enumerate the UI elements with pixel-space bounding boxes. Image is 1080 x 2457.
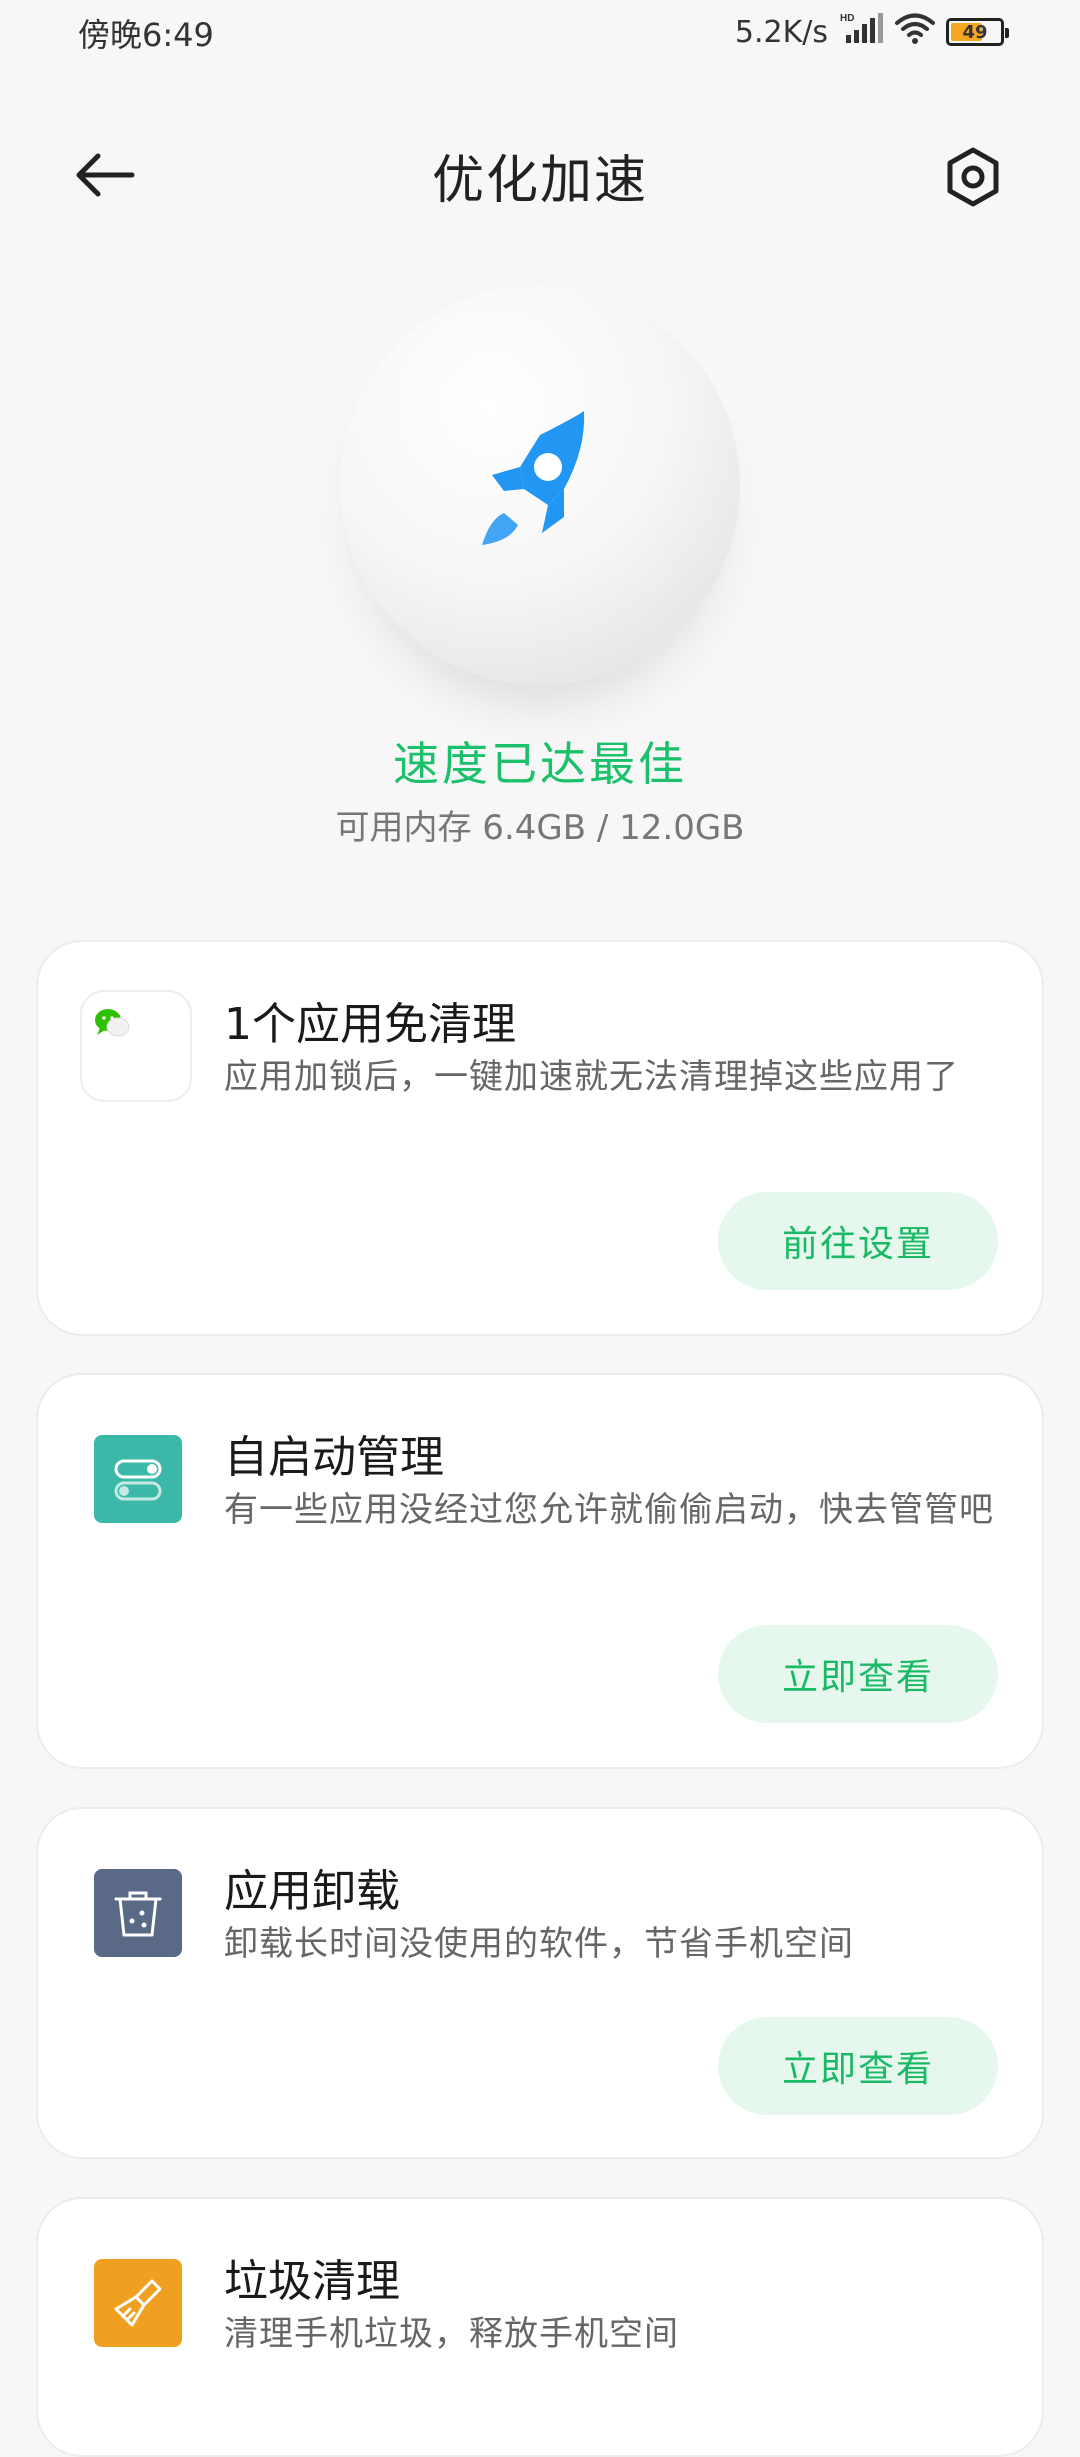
settings-button[interactable] [936, 140, 1010, 214]
speed-status: 速度已达最佳 [393, 737, 687, 791]
card-description: 清理手机垃圾，释放手机空间 [224, 2314, 679, 2354]
page-title: 优化加速 [431, 151, 648, 211]
network-speed: 5.2K/s [734, 14, 828, 50]
view-autostart-button[interactable]: 立即查看 [718, 1625, 998, 1723]
card-title: 1个应用免清理 [224, 999, 516, 1050]
boost-ball[interactable] [340, 285, 740, 685]
uninstall-trash-icon [94, 1869, 182, 1957]
view-uninstall-button[interactable]: 立即查看 [718, 2017, 998, 2115]
card-app-lock: 1个应用免清理 应用加锁后，一键加速就无法清理掉这些应用了 前往设置 [36, 940, 1044, 1336]
gear-icon [947, 147, 999, 207]
status-indicators: 5.2K/s HD 49 [734, 10, 1009, 54]
rocket-icon [482, 411, 585, 545]
battery-level: 49 [962, 21, 988, 43]
memory-usage: 可用内存 6.4GB / 12.0GB [335, 808, 745, 848]
card-uninstall: 应用卸载 卸载长时间没使用的软件，节省手机空间 立即查看 [36, 1807, 1044, 2159]
card-autostart: 自启动管理 有一些应用没经过您允许就偷偷启动，快去管管吧 立即查看 [36, 1373, 1044, 1769]
broom-icon [94, 2259, 182, 2347]
toggle-switch-icon [94, 1435, 182, 1523]
svg-text:HD: HD [840, 13, 854, 24]
go-settings-button[interactable]: 前往设置 [718, 1192, 998, 1290]
card-title: 应用卸载 [224, 1866, 400, 1917]
card-cleanup: 垃圾清理 清理手机垃圾，释放手机空间 [36, 2197, 1044, 2457]
card-description: 卸载长时间没使用的软件，节省手机空间 [224, 1924, 854, 1964]
wechat-icon [80, 990, 192, 1102]
wifi-icon [894, 11, 936, 53]
app-bar: 优化加速 [0, 120, 1080, 230]
battery-icon: 49 [946, 18, 1009, 46]
card-description: 应用加锁后，一键加速就无法清理掉这些应用了 [224, 1057, 959, 1097]
status-bar: 傍晚6:49 5.2K/s HD 49 [0, 0, 1080, 64]
card-description: 有一些应用没经过您允许就偷偷启动，快去管管吧 [224, 1490, 994, 1530]
signal-icon: HD [840, 11, 884, 53]
status-time: 傍晚6:49 [78, 16, 214, 54]
card-title: 垃圾清理 [224, 2256, 400, 2307]
card-title: 自启动管理 [224, 1432, 444, 1483]
